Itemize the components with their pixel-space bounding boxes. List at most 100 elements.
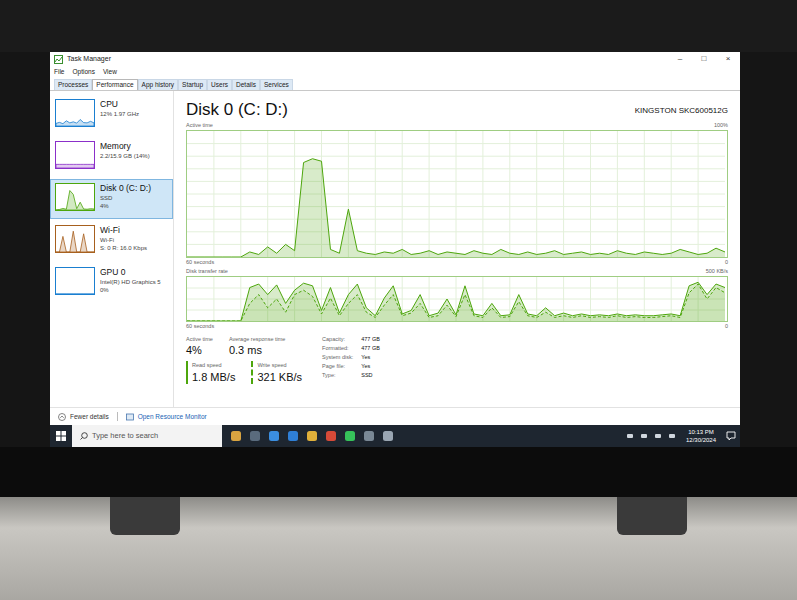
app-icon [382,430,394,442]
sidebar-item[interactable]: Disk 0 (C: D:)SSD4% [50,179,173,219]
sidebar-text: CPU12% 1.97 GHz [100,99,139,131]
taskbar-app[interactable] [287,430,299,442]
taskbar-apps [222,430,626,442]
tab[interactable]: App history [138,79,179,90]
sidebar: CPU12% 1.97 GHz Memory2.2/15.9 GB (14%)Di… [50,91,174,407]
sidebar-text: GPU 0Intel(R) HD Graphics 50% [100,267,161,299]
chart-label-row: 60 seconds0 [186,322,728,331]
panel-header: Disk 0 (C: D:) KINGSTON SKC600512G [186,99,728,121]
property-label: System disk: [322,353,353,362]
property-value: 477 GB [361,344,380,353]
tab[interactable]: Processes [54,79,92,90]
app-icon [306,430,318,442]
window-control[interactable]: □ [692,52,716,66]
tab[interactable]: Startup [178,79,207,90]
fewer-details[interactable]: Fewer details [70,412,109,422]
bezel-right [740,52,797,447]
chart-label: Active time [186,121,213,129]
series-area [187,282,725,321]
chart [186,276,728,322]
speed-row: Read speed1.8 MB/sWrite speed321 KB/s [186,361,302,383]
chart-label: 500 KB/s [706,267,728,275]
search-placeholder[interactable]: Type here to search [92,430,158,441]
menu-item[interactable]: Options [72,67,94,77]
stat-label: Average response time [229,335,285,343]
separator [117,412,118,421]
sidebar-item[interactable]: Wi-FiWi-FiS: 0 R: 16.0 Kbps [50,221,173,261]
sidebar-detail: 0% [100,286,161,294]
app-icon [363,430,375,442]
tray-icon [626,432,634,440]
clock[interactable]: 10:13 PM12/30/2024 [682,428,720,444]
taskbar-app[interactable] [382,430,394,442]
task-manager-icon [54,55,63,64]
stat-value: 1.8 MB/s [192,370,235,384]
stat-value: 321 KB/s [257,370,302,384]
app-icon [230,430,242,442]
tab[interactable]: Users [207,79,232,90]
chart-label: 0 [725,258,728,266]
fewer-details-link[interactable]: Fewer details [58,412,109,422]
app-icon [249,430,261,442]
tray-icon [640,432,648,440]
window-control[interactable]: – [668,52,692,66]
sparkline [56,142,94,168]
window-controls: –□× [668,52,740,66]
screen: Task Manager–□×FileOptionsViewProcessesP… [50,52,740,447]
chart-label: 100% [714,121,728,129]
disk-stats: Active time4%Average response time0.3 ms… [186,335,728,384]
disk-model: KINGSTON SKC600512G [635,105,728,121]
menu-item[interactable]: File [54,67,64,77]
stat-value: 4% [186,343,213,357]
sidebar-graph [55,141,95,169]
tray-icon [654,432,662,440]
sidebar-detail: Intel(R) HD Graphics 5 [100,278,161,286]
sidebar-item[interactable]: CPU12% 1.97 GHz [50,95,173,135]
sidebar-name: Memory [100,141,150,152]
app-icon [287,430,299,442]
tab[interactable]: Performance [92,79,137,90]
sidebar-graph [55,183,95,211]
chart-label-row: 60 seconds0 [186,258,728,267]
taskbar-app[interactable] [268,430,280,442]
taskbar-app[interactable] [363,430,375,442]
start-button[interactable] [50,425,72,447]
chart-plot [187,277,725,321]
taskbar-app[interactable] [230,430,242,442]
resource-monitor-icon [126,413,134,421]
title-bar: Task Manager–□× [50,52,740,66]
clock-time[interactable]: 10:13 PM [688,428,714,436]
sidebar-name: GPU 0 [100,267,161,278]
sidebar-item[interactable]: GPU 0Intel(R) HD Graphics 50% [50,263,173,303]
window-control[interactable]: × [716,52,740,66]
tab[interactable]: Details [232,79,260,90]
property-label: Capacity: [322,335,353,344]
stat: Average response time0.3 ms [229,335,285,357]
clock-date[interactable]: 12/30/2024 [686,436,716,444]
open-resource-monitor[interactable]: Open Resource Monitor [138,412,207,422]
property-label: Formatted: [322,344,353,353]
chart-label: Disk transfer rate [186,267,228,275]
tab-bar: ProcessesPerformanceApp historyStartupUs… [50,77,740,91]
taskbar-app[interactable] [249,430,261,442]
taskbar-app[interactable] [344,430,356,442]
chevron-up-icon [58,413,66,421]
disk-panel: Disk 0 (C: D:)KINGSTON SKC600512GActive … [174,91,740,407]
taskbar-app[interactable] [306,430,318,442]
taskbar-app[interactable] [325,430,337,442]
chart-label-row: Active time 100% [186,121,728,130]
bezel-left [0,52,50,447]
sidebar-graph [55,99,95,127]
panel-title: Disk 0 (C: D:) [186,99,288,121]
search-box[interactable]: Type here to search [72,425,222,447]
content: CPU12% 1.97 GHzMemory2.2/15.9 GB (14%)Di… [50,91,740,407]
sidebar-graph [55,267,95,295]
sidebar-detail: Wi-Fi [100,236,147,244]
tab[interactable]: Services [260,79,293,90]
menu-item[interactable]: View [103,67,117,77]
property-value: Yes [361,362,380,371]
resource-monitor-link[interactable]: Open Resource Monitor [126,412,207,422]
app-icon [344,430,356,442]
sparkline [56,184,94,210]
sidebar-item[interactable]: Memory2.2/15.9 GB (14%) [50,137,173,177]
